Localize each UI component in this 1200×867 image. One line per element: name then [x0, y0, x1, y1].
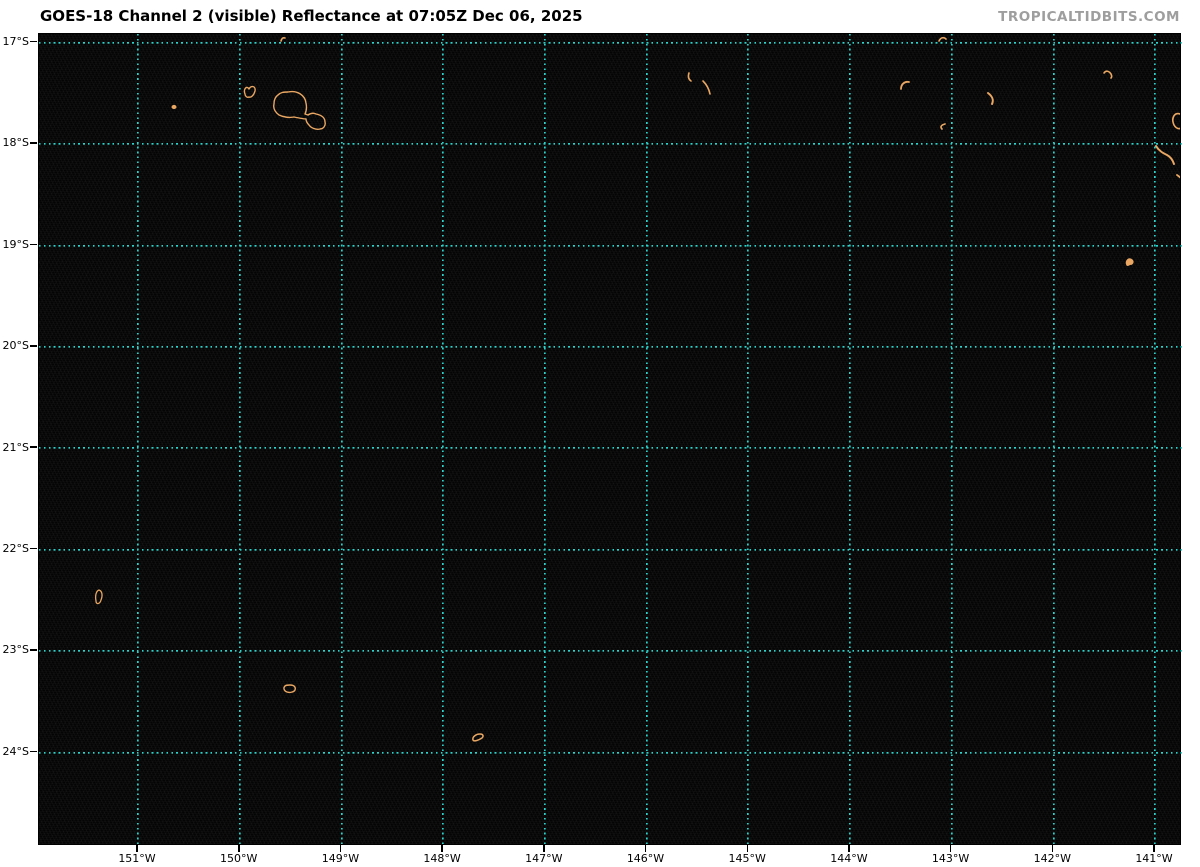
lon-tick-label: 144°W	[830, 852, 868, 865]
maiao-island	[171, 104, 177, 110]
atoll-arc-5	[987, 92, 994, 105]
lat-tick	[30, 345, 37, 347]
lon-tick-label: 151°W	[118, 852, 156, 865]
lon-tick	[1051, 845, 1054, 852]
lon-tick-label: 148°W	[423, 852, 461, 865]
lon-tick	[746, 845, 748, 852]
lat-tick-label: 17°S	[2, 35, 29, 48]
coastline-layer	[94, 36, 1180, 742]
lon-tick-label: 150°W	[220, 852, 258, 865]
lon-tick	[848, 845, 850, 852]
lon-tick	[543, 845, 545, 852]
lon-tick	[136, 845, 138, 852]
lon-tick-label: 141°W	[1135, 852, 1173, 865]
atoll-arc-4	[900, 80, 910, 90]
lon-tick	[949, 845, 952, 852]
reef-fragment	[1176, 174, 1180, 179]
lat-tick	[30, 750, 37, 753]
lat-tick-label: 22°S	[2, 542, 29, 555]
atoll-arc-7	[1103, 70, 1113, 79]
lon-tick-label: 143°W	[931, 852, 970, 865]
tubuai-island	[283, 684, 296, 694]
lat-tick	[30, 142, 37, 144]
tahiti-island	[273, 90, 326, 130]
lat-tick-label: 21°S	[2, 440, 29, 454]
site-watermark: TROPICALTIDBITS.COM	[998, 9, 1180, 25]
lon-tick	[1153, 845, 1155, 852]
lat-tick-label: 20°S	[2, 339, 29, 353]
satellite-map-page: GOES-18 Channel 2 (visible) Reflectance …	[0, 0, 1200, 867]
lat-tick-label: 24°S	[2, 744, 29, 758]
lon-tick	[441, 845, 443, 852]
raivavae-island	[472, 733, 484, 742]
lon-tick-label: 142°W	[1033, 852, 1071, 865]
lon-tick-label: 145°W	[728, 852, 766, 865]
lat-tick	[30, 547, 37, 550]
tetiaroa-atoll	[280, 37, 286, 42]
lon-tick	[339, 845, 342, 852]
lon-tick-label: 149°W	[321, 852, 360, 865]
atoll-open-ring	[1172, 112, 1180, 130]
lon-tick	[238, 845, 240, 852]
atoll-arc-2	[702, 80, 711, 95]
lon-tick-label: 146°W	[626, 852, 665, 865]
lat-tick	[30, 243, 37, 246]
lat-tick-label: 19°S	[2, 237, 29, 251]
lon-tick	[644, 845, 647, 852]
lat-tick	[30, 40, 37, 43]
atoll-arc-6	[940, 123, 946, 130]
map-plot-area	[38, 33, 1182, 846]
page-title: GOES-18 Channel 2 (visible) Reflectance …	[40, 7, 583, 25]
lat-tick-label: 18°S	[2, 136, 29, 150]
atoll-hook	[1125, 258, 1134, 267]
atoll-arc-1	[687, 72, 692, 82]
moorea-island	[243, 85, 256, 98]
reef-diagonal	[1155, 145, 1175, 165]
lat-tick	[30, 446, 37, 448]
lat-tick-label: 23°S	[2, 643, 29, 657]
lon-tick-label: 147°W	[525, 852, 563, 865]
lat-tick	[30, 649, 37, 651]
atoll-arc-3	[938, 36, 947, 42]
island-ring-south-west	[94, 589, 103, 605]
